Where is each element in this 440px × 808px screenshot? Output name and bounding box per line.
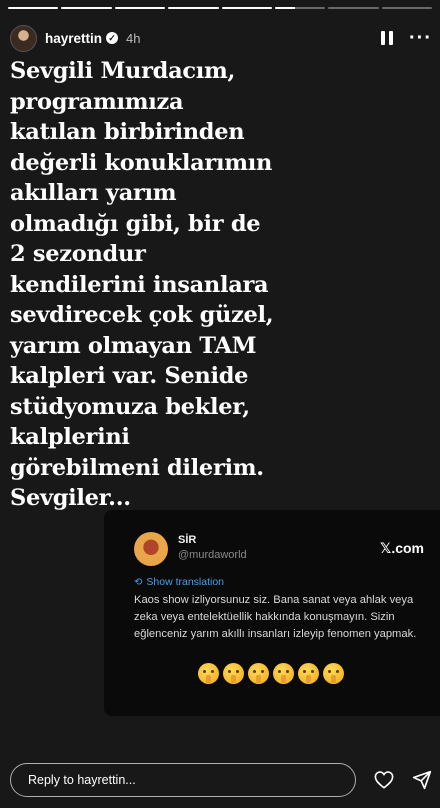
author-avatar[interactable] (10, 24, 37, 52)
show-translation-link[interactable]: ⟲ Show translation (134, 576, 424, 588)
x-domain: .com (391, 540, 424, 556)
send-icon[interactable] (412, 770, 432, 790)
embedded-tweet-card[interactable]: SİR @murdaworld 𝕏.com ⟲ Show translation… (104, 510, 440, 716)
shushing-face-icon (198, 663, 219, 684)
progress-segment (221, 7, 272, 9)
story-footer: Reply to hayrettin... (10, 762, 432, 798)
progress-segment (168, 7, 219, 9)
post-time: 4h (126, 30, 141, 46)
verified-icon: ✓ (106, 32, 119, 44)
story-caption: Sevgili Murdacım, programımıza katılan b… (10, 58, 274, 511)
shushing-face-icon (323, 663, 344, 684)
progress-segment (61, 7, 112, 9)
progress-segment (114, 7, 166, 9)
pause-icon[interactable] (381, 31, 394, 45)
progress-segment (381, 7, 432, 9)
x-icon: 𝕏 (380, 541, 392, 557)
tweet-author-handle: @murdaworld (178, 549, 247, 561)
story-header: hayrettin ✓ 4h ··· (10, 24, 432, 52)
emoji-row (198, 663, 424, 684)
tweet-text: Kaos show izliyorsunuz siz. Bana sanat v… (134, 594, 417, 640)
shushing-face-icon (273, 663, 294, 684)
author-username[interactable]: hayrettin (45, 31, 102, 46)
reply-input[interactable]: Reply to hayrettin... (10, 763, 356, 797)
translate-icon: ⟲ (134, 576, 143, 588)
shushing-face-icon (248, 663, 269, 684)
heart-icon[interactable] (374, 770, 394, 790)
progress-segment (328, 7, 379, 9)
x-logo: 𝕏.com (380, 540, 424, 557)
tweet-author-name: SİR (178, 534, 197, 546)
tweet-author-avatar (134, 532, 168, 566)
story-progress-bar (8, 7, 432, 10)
progress-segment (8, 7, 59, 9)
progress-segment (274, 7, 326, 9)
more-icon[interactable]: ··· (409, 28, 432, 48)
shushing-face-icon (298, 663, 319, 684)
shushing-face-icon (223, 663, 244, 684)
show-translation-label: Show translation (146, 576, 225, 588)
